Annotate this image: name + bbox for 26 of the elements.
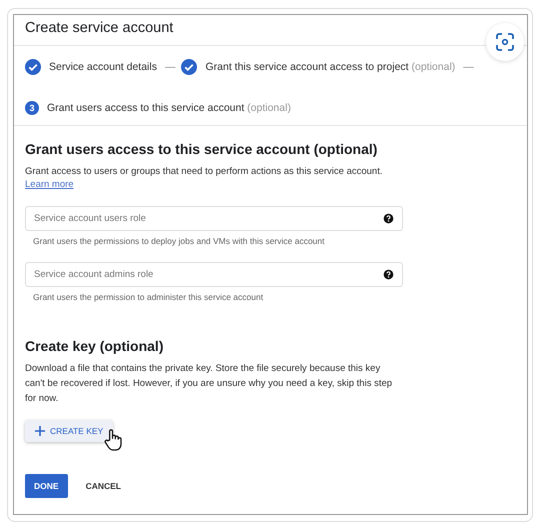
hand-cursor-icon	[103, 428, 123, 452]
section-description: Grant access to users or groups that need to perform actions as this service account.	[25, 165, 382, 179]
check-circle-icon	[25, 59, 41, 75]
step-separator: —	[164, 61, 176, 73]
help-icon[interactable]	[383, 213, 394, 224]
step-number: 3	[25, 101, 39, 115]
help-icon[interactable]	[383, 269, 394, 280]
field-hint: Grant users the permission to administer this service account	[33, 292, 264, 302]
field-hint: Grant users the permissions to deploy jobs and VMs with this service account	[33, 236, 324, 246]
role-field[interactable]: Service account admins role	[25, 262, 403, 287]
cancel-button[interactable]: CANCEL	[86, 474, 121, 498]
scan-button[interactable]	[486, 23, 524, 61]
section-heading: Grant users access to this service account (optional)	[25, 141, 378, 157]
learn-more-link[interactable]: Learn more	[25, 179, 74, 190]
role-field[interactable]: Service account users role	[25, 206, 403, 231]
check-circle-icon	[181, 59, 198, 75]
step-label: Grant users access to this service account (optional)	[47, 102, 291, 114]
step-label: Service account details	[49, 61, 157, 73]
done-button[interactable]: DONE	[25, 474, 68, 498]
create-key-button[interactable]: CREATE KEY	[25, 420, 114, 442]
plus-icon	[35, 426, 45, 436]
section-heading: Create key (optional)	[25, 338, 164, 354]
section-description: Download a file that contains the private key. Store the file securely because this key can't be recovered if lost. However, if you are unsure why you need a key, skip this step for now.	[25, 362, 394, 406]
scan-icon	[495, 32, 515, 52]
step-label: Grant this service account access to project (optional)	[205, 61, 456, 73]
step-separator: —	[463, 61, 474, 73]
